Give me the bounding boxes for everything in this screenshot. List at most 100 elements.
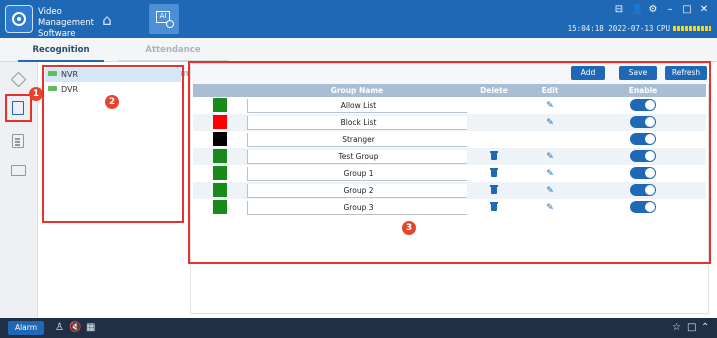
group-name-field[interactable]: Group 3	[247, 200, 467, 215]
pin-icon[interactable]: ☆	[672, 321, 681, 335]
enable-toggle[interactable]	[630, 183, 656, 196]
group-name-field[interactable]: Block List	[247, 115, 467, 130]
tree-item-nvr[interactable]: NVR	[45, 68, 181, 82]
delete-cell	[468, 114, 520, 131]
delete-cell	[468, 148, 520, 165]
trash-icon[interactable]	[490, 168, 498, 177]
rail-image-icon[interactable]	[8, 160, 30, 180]
enable-toggle[interactable]	[630, 98, 656, 111]
group-color-swatch[interactable]	[212, 114, 227, 129]
group-name-cell: Allow List	[246, 97, 468, 114]
device-icon	[48, 71, 57, 76]
edit-cell: ✎	[520, 97, 580, 114]
refresh-button[interactable]: Refresh	[665, 66, 707, 80]
tab-attendance-management[interactable]: Attendance management	[118, 38, 228, 79]
rail-recognition-icon[interactable]	[8, 98, 30, 118]
fullscreen-icon[interactable]: □	[687, 321, 696, 335]
enable-toggle[interactable]	[630, 200, 656, 213]
enable-toggle[interactable]	[630, 115, 656, 128]
group-name-cell: Stranger	[246, 131, 468, 148]
clock-text: 15:04:18 2022-07-13	[567, 23, 654, 33]
tab-recognition[interactable]: Recognition	[18, 38, 104, 62]
minimize-icon[interactable]: –	[665, 4, 675, 16]
tab-bar: Recognition Attendance management	[0, 38, 717, 79]
group-name-cell: Group 3	[246, 199, 468, 216]
enable-toggle[interactable]	[630, 132, 656, 145]
pencil-icon[interactable]: ✎	[546, 118, 554, 128]
rail-cube-icon[interactable]	[8, 70, 30, 90]
screen-icon[interactable]: ⊟	[614, 4, 624, 16]
edit-cell: ✎	[520, 182, 580, 199]
device-icon	[48, 86, 57, 91]
group-name-field[interactable]: Stranger	[247, 132, 467, 147]
delete-cell	[468, 97, 520, 114]
home-icon[interactable]: ⌂	[95, 9, 119, 31]
group-name-cell: Test Group	[246, 148, 468, 165]
group-name-cell: Block List	[246, 114, 468, 131]
pencil-icon[interactable]: ✎	[546, 186, 554, 196]
enable-cell	[580, 97, 706, 114]
cpu-label: CPU	[656, 23, 670, 33]
enable-cell	[580, 148, 706, 165]
group-color-swatch[interactable]	[212, 148, 227, 163]
trash-icon[interactable]	[490, 202, 498, 211]
color-cell	[193, 131, 246, 148]
alarm-bell-icon[interactable]: ♙	[55, 321, 64, 335]
pencil-icon[interactable]: ✎	[546, 152, 554, 162]
window-controls: ⊟ 👤 ⚙ – □ ✕	[614, 3, 709, 17]
group-color-swatch[interactable]	[212, 182, 227, 197]
pencil-icon[interactable]: ✎	[546, 101, 554, 111]
cpu-usage-bar	[673, 25, 711, 31]
settings-gear-icon[interactable]: ⚙	[648, 4, 658, 16]
edit-cell: ✎	[520, 114, 580, 131]
group-name-field[interactable]: Group 1	[247, 166, 467, 181]
group-name-field[interactable]: Group 2	[247, 183, 467, 198]
delete-cell	[468, 199, 520, 216]
pencil-icon[interactable]: ✎	[546, 169, 554, 179]
annotation-marker-2: 2	[105, 95, 119, 109]
group-name-cell: Group 1	[246, 165, 468, 182]
tree-item-label: NVR	[61, 70, 79, 79]
table-header-row: Group Name Delete Edit Enable	[193, 84, 706, 97]
table-row: Test Group ✎	[193, 148, 706, 165]
add-button[interactable]: Add	[571, 66, 605, 80]
trash-icon[interactable]	[490, 185, 498, 194]
rail-list-icon[interactable]	[8, 131, 30, 151]
enable-toggle[interactable]	[630, 166, 656, 179]
enable-cell	[580, 131, 706, 148]
column-header-edit: Edit	[520, 84, 580, 97]
ai-module-icon[interactable]: AI	[149, 4, 179, 34]
enable-cell	[580, 165, 706, 182]
group-color-swatch[interactable]	[212, 199, 227, 214]
column-header-delete: Delete	[468, 84, 520, 97]
delete-cell	[468, 182, 520, 199]
save-button[interactable]: Save	[619, 66, 657, 80]
mute-icon[interactable]: 🔇	[69, 321, 81, 335]
collapse-icon[interactable]: ⌃	[701, 321, 709, 335]
screen-grid-icon[interactable]: ▦	[86, 321, 95, 335]
annotation-marker-3: 3	[402, 221, 416, 235]
trash-icon[interactable]	[490, 151, 498, 160]
group-name-field[interactable]: Allow List	[247, 98, 467, 113]
table-row: Allow List ✎	[193, 97, 706, 114]
color-cell	[193, 114, 246, 131]
alarm-button[interactable]: Alarm	[8, 321, 44, 335]
edit-cell: ✎	[520, 199, 580, 216]
color-cell	[193, 182, 246, 199]
group-name-cell: Group 2	[246, 182, 468, 199]
enable-toggle[interactable]	[630, 149, 656, 162]
user-icon[interactable]: 👤	[631, 4, 643, 16]
annotation-marker-1: 1	[29, 87, 43, 101]
group-color-swatch[interactable]	[212, 165, 227, 180]
pencil-icon[interactable]: ✎	[546, 203, 554, 213]
group-color-swatch[interactable]	[212, 131, 227, 146]
group-name-field[interactable]: Test Group	[247, 149, 467, 164]
system-status: 15:04:18 2022-07-13 CPU	[568, 23, 711, 33]
group-color-swatch[interactable]	[212, 97, 227, 112]
enable-cell	[580, 114, 706, 131]
column-header-enable: Enable	[580, 84, 706, 97]
edit-cell: ✎	[520, 165, 580, 182]
maximize-icon[interactable]: □	[682, 4, 692, 16]
delete-cell	[468, 165, 520, 182]
close-icon[interactable]: ✕	[699, 4, 709, 16]
